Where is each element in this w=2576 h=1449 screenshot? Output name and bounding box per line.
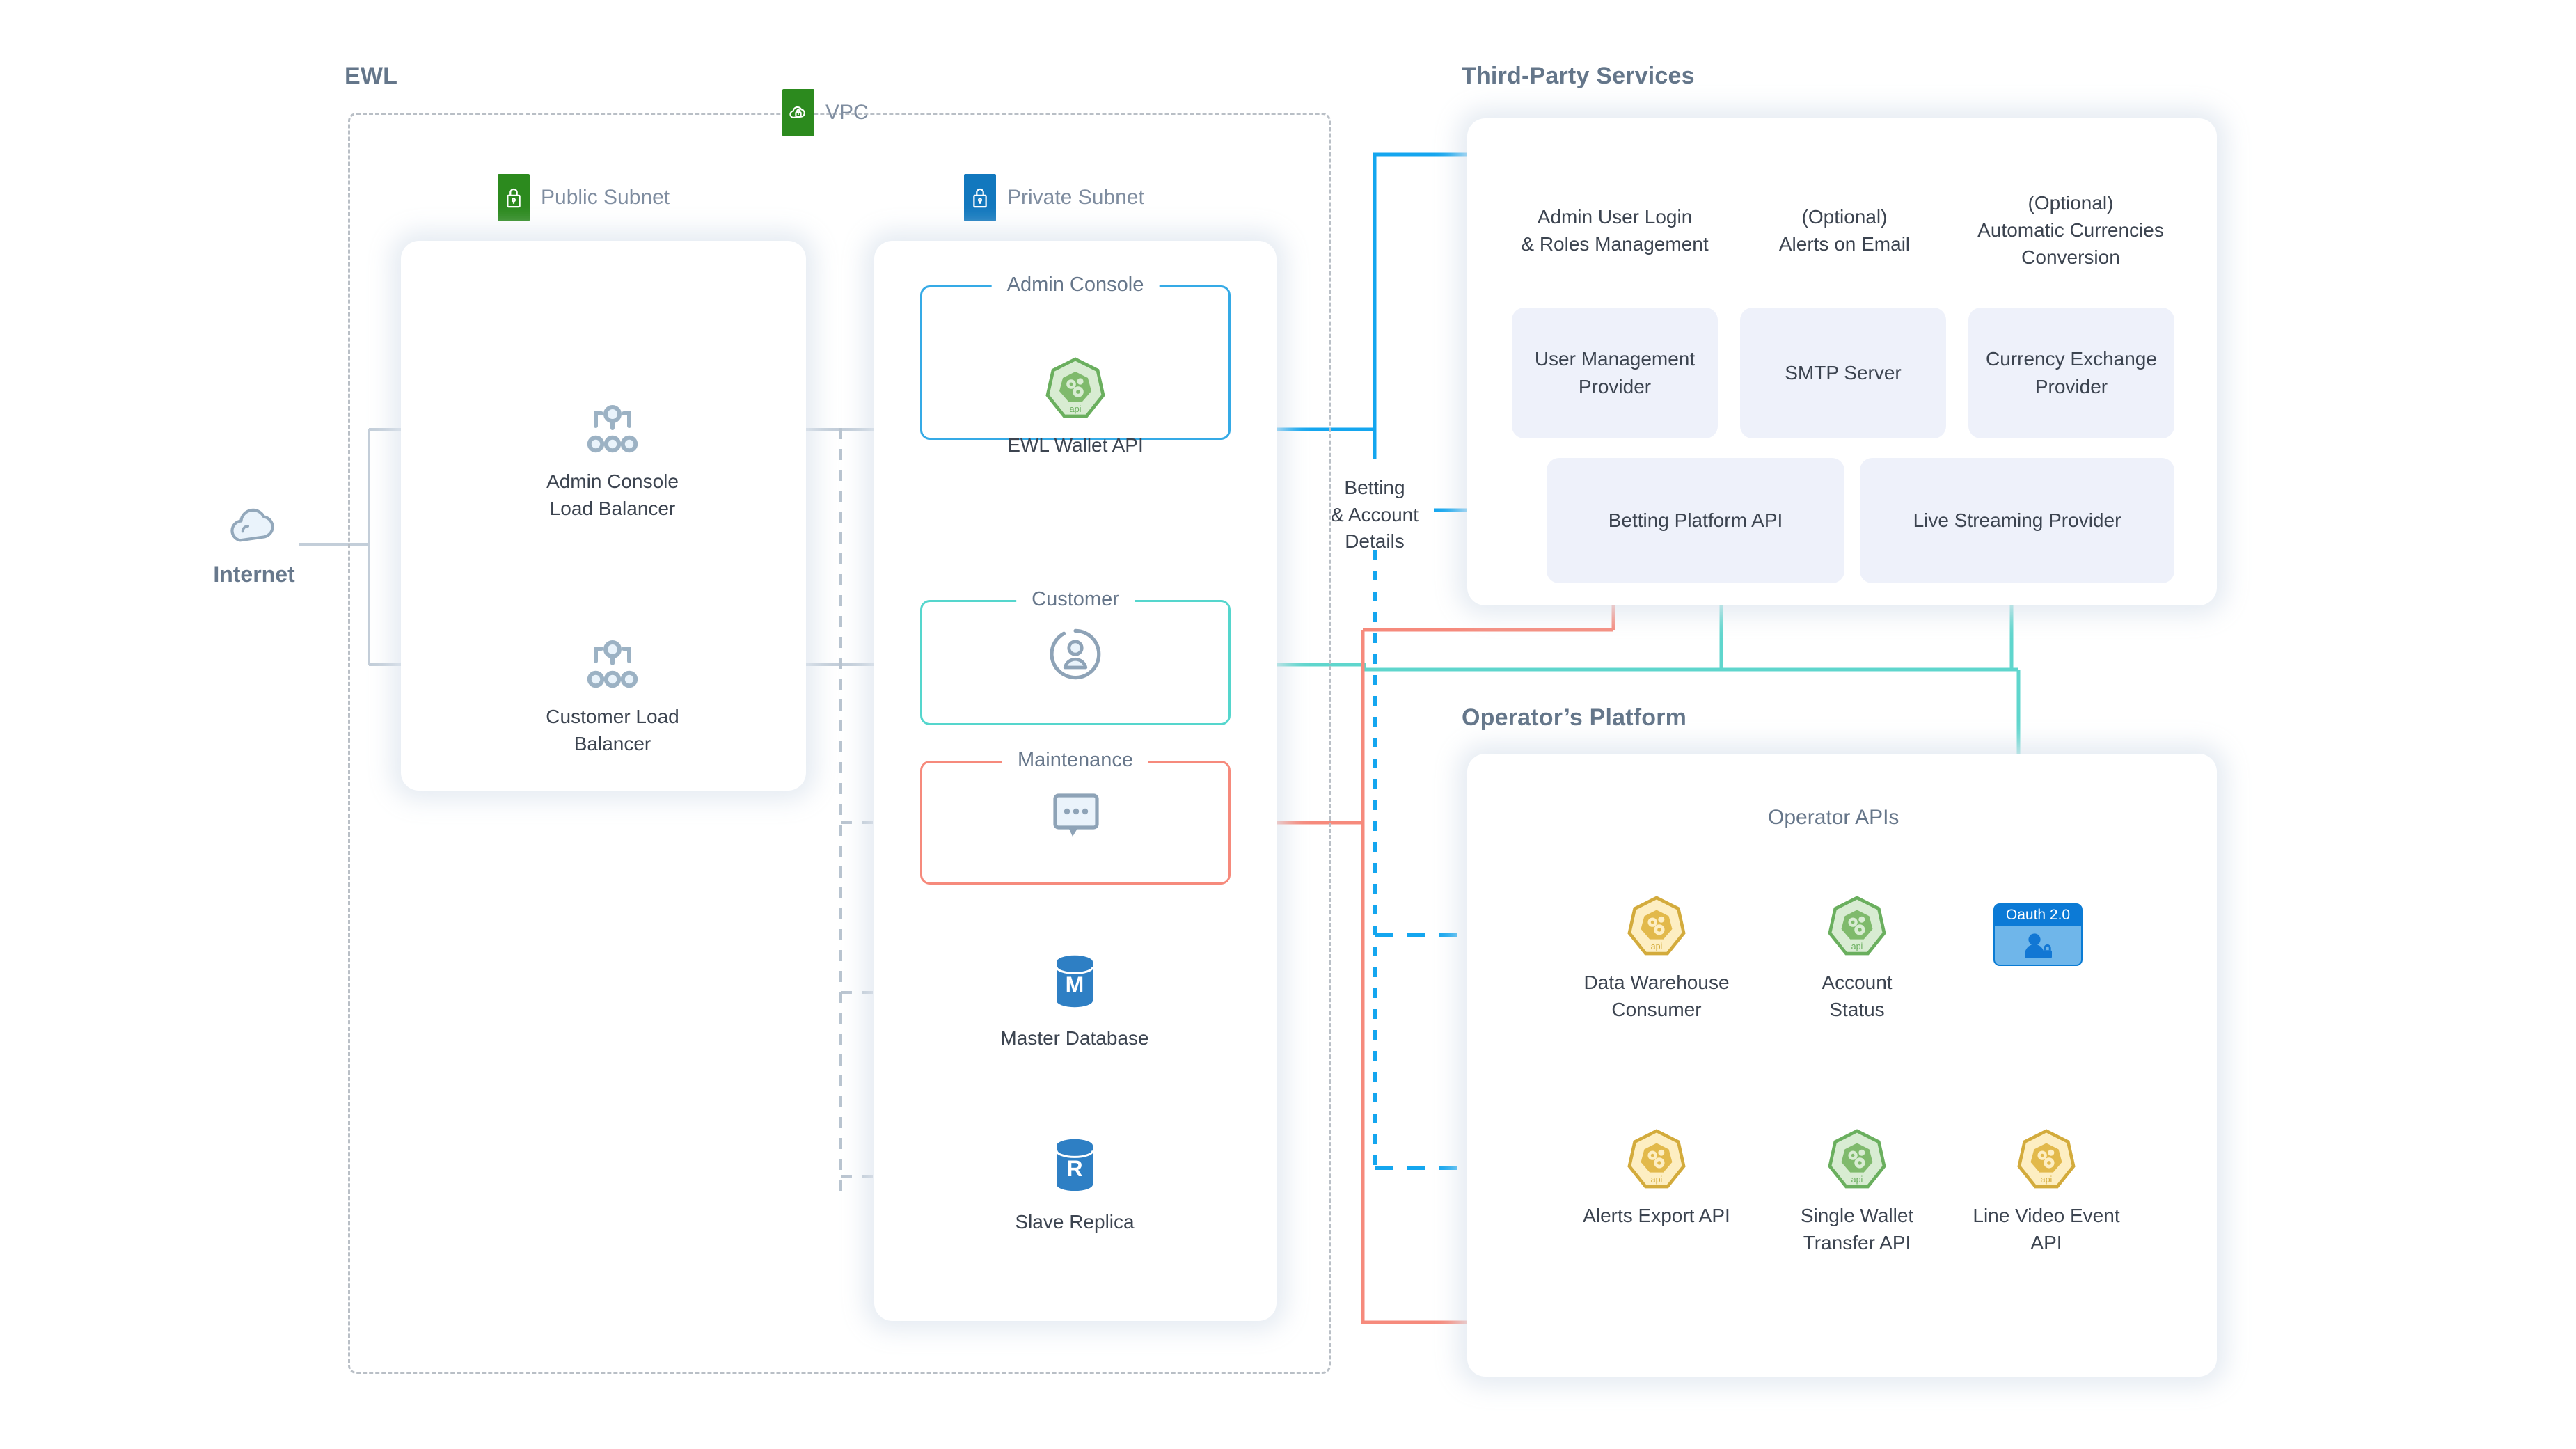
tile-smtp-server: SMTP Server (1740, 308, 1946, 438)
group-admin-console-title: Admin Console (991, 274, 1160, 296)
database-replica-letter: R (1066, 1156, 1082, 1181)
ewl-wallet-api-label: EWL Wallet API (1007, 434, 1144, 456)
api-hexagon-green-icon: api (1045, 357, 1105, 418)
lock-icon (964, 174, 996, 221)
admin-console-load-balancer-label: Admin Console Load Balancer (546, 470, 679, 519)
alerts-export-api-label: Alerts Export API (1583, 1205, 1730, 1226)
ewl-wallet-api-node: api EWL Wallet API (992, 356, 1159, 459)
user-lock-icon (1995, 926, 2081, 965)
master-database-label: Master Database (1000, 1027, 1149, 1049)
flow-label-admin-user-login: Admin User Login & Roles Management (1521, 206, 1709, 255)
slave-replica-label: Slave Replica (1015, 1211, 1135, 1233)
operator-panel (1467, 754, 2217, 1377)
database-master-icon: M (1055, 955, 1094, 1008)
operator-apis-title: Operator APIs (1768, 806, 1899, 829)
database-replica-icon: R (1055, 1139, 1094, 1191)
svg-text:api: api (1651, 1175, 1663, 1185)
oauth-badge-label: Oauth 2.0 (1995, 905, 2081, 926)
svg-text:api: api (1851, 1175, 1863, 1185)
flow-label-currencies-conversion: (Optional) Automatic Currencies Conversi… (1977, 192, 2164, 269)
account-status-node: api Account Status (1797, 895, 1917, 1023)
zone-title-operator: Operator’s Platform (1462, 704, 1687, 731)
customer-load-balancer-label: Customer Load Balancer (546, 706, 679, 754)
tile-betting-platform-api: Betting Platform API (1547, 458, 1844, 583)
internet-label: Internet (213, 562, 295, 587)
public-subnet-badge: Public Subnet (498, 174, 670, 221)
api-hexagon-yellow-icon: api (2017, 1129, 2076, 1189)
oauth-badge: Oauth 2.0 (1993, 903, 2083, 966)
group-maintenance-title: Maintenance (1002, 749, 1149, 772)
load-balancer-icon (587, 640, 638, 688)
account-status-label: Account Status (1822, 972, 1893, 1020)
chat-bubble-icon (1053, 793, 1099, 837)
vpc-badge: VPC (782, 89, 869, 136)
svg-text:api: api (2041, 1175, 2053, 1185)
single-wallet-transfer-api-label: Single Wallet Transfer API (1800, 1205, 1914, 1253)
lock-icon (498, 174, 530, 221)
load-balancer-icon (587, 405, 638, 453)
private-subnet-label: Private Subnet (1007, 186, 1144, 209)
cloud-lock-icon (782, 89, 814, 136)
tile-user-management-provider: User Management Provider (1512, 308, 1718, 438)
private-subnet-badge: Private Subnet (964, 174, 1144, 221)
maintenance-node (1050, 791, 1103, 844)
alerts-export-api-node: api Alerts Export API (1577, 1128, 1737, 1230)
cloud-icon (230, 508, 274, 542)
data-warehouse-consumer-label: Data Warehouse Consumer (1583, 972, 1730, 1020)
internet-node: Internet (209, 500, 299, 587)
data-warehouse-consumer-node: api Data Warehouse Consumer (1577, 895, 1737, 1023)
svg-text:api: api (1069, 404, 1081, 414)
group-customer-title: Customer (1016, 588, 1135, 611)
line-video-event-api-label: Line Video Event API (1973, 1205, 2120, 1253)
svg-text:api: api (1651, 942, 1663, 951)
flow-label-alerts-on-email: (Optional) Alerts on Email (1778, 206, 1911, 255)
single-wallet-transfer-api-node: api Single Wallet Transfer API (1797, 1128, 1917, 1256)
customer-load-balancer-node: Customer Load Balancer (512, 639, 713, 757)
architecture-diagram: EWL VPC Public Subnet Private Subnet Int… (0, 0, 2576, 1449)
api-hexagon-yellow-icon: api (1627, 896, 1686, 956)
zone-title-ewl: EWL (345, 63, 398, 89)
slave-replica-node: R Slave Replica (990, 1137, 1159, 1236)
line-video-event-api-node: api Line Video Event API (1966, 1128, 2126, 1256)
zone-title-third-party: Third-Party Services (1462, 63, 1695, 89)
customer-node (1048, 626, 1103, 687)
svg-text:api: api (1851, 942, 1863, 951)
master-database-node: M Master Database (990, 953, 1159, 1052)
api-hexagon-green-icon: api (1828, 1129, 1886, 1189)
api-hexagon-yellow-icon: api (1627, 1129, 1686, 1189)
public-subnet-label: Public Subnet (541, 186, 670, 209)
admin-console-load-balancer-node: Admin Console Load Balancer (529, 404, 696, 522)
tile-currency-exchange-provider: Currency Exchange Provider (1968, 308, 2174, 438)
database-master-letter: M (1066, 972, 1084, 997)
vpc-badge-label: VPC (825, 101, 869, 124)
user-circle-icon (1050, 628, 1101, 680)
betting-account-details-label: Betting & Account Details (1330, 477, 1419, 553)
tile-live-streaming-provider: Live Streaming Provider (1860, 458, 2174, 583)
api-hexagon-green-icon: api (1828, 896, 1886, 956)
